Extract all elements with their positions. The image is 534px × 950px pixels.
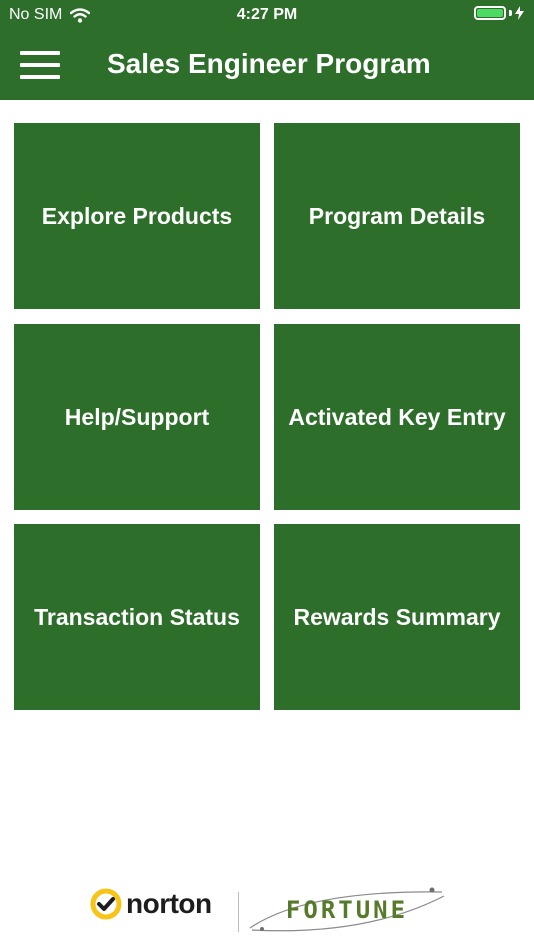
norton-check-icon xyxy=(90,888,122,920)
page-title: Sales Engineer Program xyxy=(107,48,431,79)
norton-logo-text: norton xyxy=(126,888,212,919)
tile-label: Help/Support xyxy=(64,403,210,430)
partner-logos: norton FORTUNE xyxy=(0,880,534,940)
status-time: 4:27 PM xyxy=(236,6,298,23)
logo-divider xyxy=(238,892,239,932)
tile-label: Transaction Status xyxy=(34,603,240,630)
tile-label: Rewards Summary xyxy=(293,603,501,630)
transaction-status-button[interactable]: Transaction Status xyxy=(14,524,260,710)
status-bar: No SIM 4:27 PM xyxy=(0,0,534,30)
charging-bolt-icon xyxy=(515,6,524,20)
norton-logo: norton xyxy=(90,888,212,920)
hamburger-menu-icon[interactable] xyxy=(20,51,60,79)
app-header: No SIM 4:27 PM Sales Engineer Program xyxy=(0,0,534,100)
tile-label: Activated Key Entry xyxy=(288,403,506,430)
battery-indicator xyxy=(474,6,524,20)
help-support-button[interactable]: Help/Support xyxy=(14,324,260,510)
fortune-logo: FORTUNE xyxy=(246,880,448,936)
rewards-summary-button[interactable]: Rewards Summary xyxy=(274,524,520,710)
fortune-logo-text: FORTUNE xyxy=(285,896,409,924)
program-details-button[interactable]: Program Details xyxy=(274,123,520,309)
activated-key-entry-button[interactable]: Activated Key Entry xyxy=(274,324,520,510)
tile-label: Program Details xyxy=(308,202,486,229)
battery-icon xyxy=(474,6,506,20)
tile-label: Explore Products xyxy=(41,202,233,229)
explore-products-button[interactable]: Explore Products xyxy=(14,123,260,309)
